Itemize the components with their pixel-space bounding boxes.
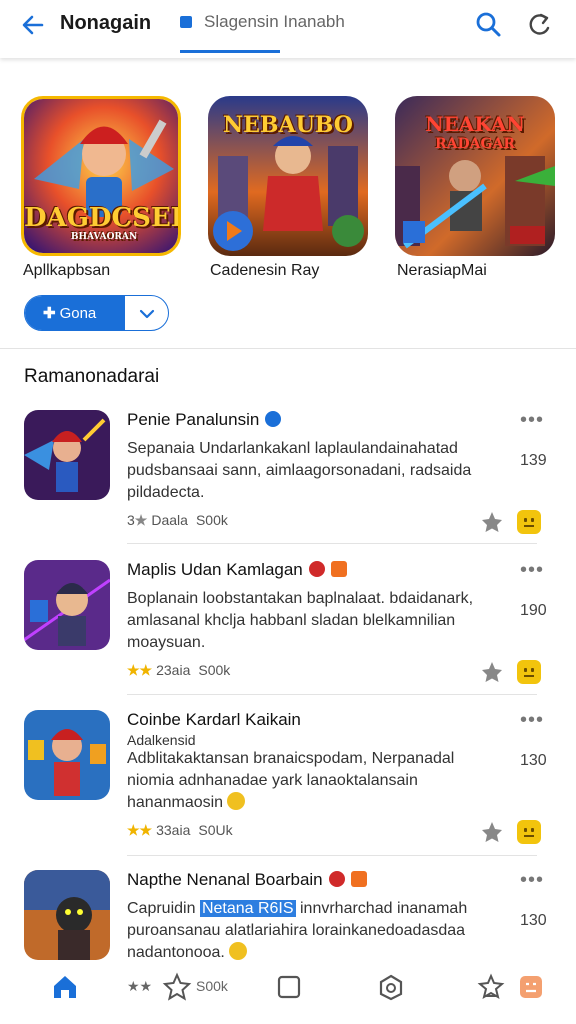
rating: 23aia (156, 662, 191, 678)
city-battle-art-icon: NEAKAN RADAGAR (395, 96, 555, 256)
more-options-icon[interactable]: ••• (520, 870, 544, 890)
tab-label: Slagensin Inanabh (204, 12, 345, 31)
list-item[interactable]: Maplis Udan Kamlagan Boplanain loobstant… (0, 560, 576, 710)
featured-app-name: Apllkapbsan (23, 262, 111, 279)
badge-red-icon (308, 561, 325, 577)
download-count: 130 (520, 752, 547, 769)
art-title: DAGDCSER (24, 203, 181, 233)
profile-icon[interactable] (516, 972, 546, 1002)
app-size: S00k (195, 512, 228, 528)
bottom-navigation: ★★ S00k (0, 962, 576, 1014)
rating-stars: ★★ (127, 822, 153, 838)
tab-square-icon (180, 16, 192, 28)
rating: 33aia (156, 822, 191, 838)
download-count: 139 (520, 452, 547, 469)
warrior-game-art-icon: NEBAUBO (208, 96, 368, 256)
more-options-icon[interactable]: ••• (520, 710, 544, 730)
featured-app-name: NerasiapMai (397, 262, 487, 279)
emoji-icon (228, 942, 247, 960)
app-thumbnail-icon (24, 560, 110, 650)
badge-orange-icon (330, 561, 347, 577)
app-meta: ★★ 23aia S00k (127, 662, 230, 679)
get-button-group: ✚ Gona (24, 295, 169, 331)
download-count: 130 (520, 912, 547, 929)
app-thumbnail-icon (24, 410, 110, 500)
art-subtitle: BHAVAORAN (70, 232, 138, 242)
tab-primary[interactable]: Slagensin Inanabh (180, 12, 345, 52)
rating-stars: ★★ (127, 662, 153, 678)
verified-icon (265, 411, 282, 427)
app-description: Boplanain loobstantakan baplnalaat. bdai… (127, 590, 474, 651)
star-icon[interactable] (480, 660, 504, 684)
app-meta: 3★ Daala S00k (127, 512, 228, 528)
app-size: S0Uk (198, 822, 233, 838)
app-title: Maplis Udan Kamlagan (127, 560, 347, 580)
emoji-face-icon[interactable] (517, 510, 541, 534)
app-thumbnail-icon (24, 870, 110, 960)
item-divider (127, 855, 537, 856)
list-item[interactable]: Coinbe Kardarl Kaikain Adalkensid Adblit… (0, 710, 576, 860)
rating: Daala (151, 512, 188, 528)
app-title: Penie Panalunsin (127, 410, 282, 430)
item-divider (127, 694, 537, 695)
top-app-bar: Nonagain Slagensin Inanabh (0, 0, 576, 58)
item-divider (127, 543, 537, 544)
highlighted-text: Netana R6IS (199, 900, 296, 917)
section-title: Ramanonadarai (24, 366, 160, 387)
games-icon[interactable] (476, 972, 506, 1002)
featured-app-name: Cadenesin Ray (210, 262, 320, 279)
share-icon[interactable] (526, 10, 554, 38)
app-description: Capruidin Netana R6IS innvrharchad inana… (127, 900, 468, 961)
art-title: NEBAUBO (223, 112, 353, 138)
app-title: Coinbe Kardarl Kaikain (127, 710, 301, 729)
featured-app-card[interactable]: DAGDCSER BHAVAORAN Apllkapbsan (21, 96, 181, 286)
app-title: Nonagain (60, 12, 152, 34)
app-description: Sepanaia Undarlankakanl laplaulandainaha… (127, 440, 472, 501)
star-icon[interactable] (480, 820, 504, 844)
app-size: S00k (198, 662, 231, 678)
home-icon[interactable] (50, 972, 80, 1002)
more-options-icon[interactable]: ••• (520, 410, 544, 430)
tab-indicator (180, 50, 280, 53)
get-button-label: Gona (59, 305, 97, 322)
badge-red-icon (328, 871, 345, 887)
featured-app-card[interactable]: NEAKAN RADAGAR NerasiapMai (395, 96, 555, 286)
featured-app-card[interactable]: NEBAUBO Cadenesin Ray (208, 96, 368, 286)
download-count: 190 (520, 602, 547, 619)
get-button[interactable]: ✚ Gona (25, 296, 125, 330)
hero-game-art-icon: DAGDCSER BHAVAORAN (21, 96, 181, 256)
bottom-meta: ★★ S00k (127, 978, 228, 994)
app-meta: ★★ 33aia S0Uk (127, 822, 233, 839)
plus-icon: ✚ (43, 305, 56, 322)
chevron-down-icon[interactable] (125, 296, 168, 330)
app-description: Adblitakaktansan branaicspodam, Nerpanad… (127, 750, 455, 811)
search-icon[interactable] (474, 10, 502, 38)
art-title: NEAKAN (425, 112, 525, 136)
list-item[interactable]: Penie Panalunsin Sepanaia Undarlankakanl… (0, 410, 576, 560)
library-icon[interactable] (274, 972, 304, 1002)
emoji-face-icon[interactable] (517, 660, 541, 684)
back-arrow-icon[interactable] (18, 10, 48, 40)
art-subtitle: RADAGAR (435, 136, 515, 152)
emoji-icon (227, 792, 246, 810)
rating-stars: ★ (134, 512, 148, 528)
star-icon[interactable] (480, 510, 504, 534)
emoji-face-icon[interactable] (517, 820, 541, 844)
updates-icon[interactable] (376, 972, 406, 1002)
app-title: Napthe Nenanal Boarbain (127, 870, 367, 890)
badge-orange-icon (350, 871, 367, 887)
section-divider (0, 348, 576, 349)
more-options-icon[interactable]: ••• (520, 560, 544, 580)
app-thumbnail-icon (24, 710, 110, 800)
app-subtitle: Adalkensid (127, 732, 196, 748)
